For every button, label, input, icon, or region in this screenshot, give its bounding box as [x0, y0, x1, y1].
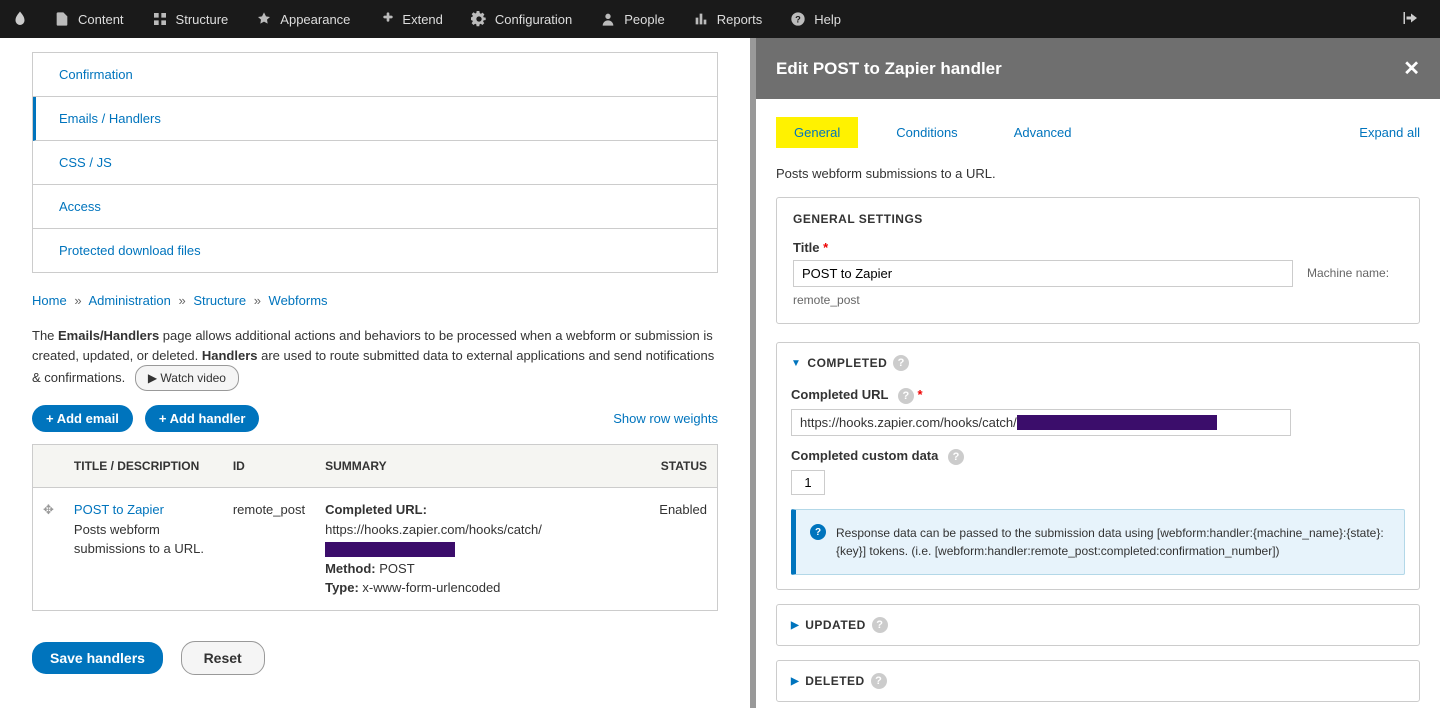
- title-input[interactable]: [793, 260, 1293, 287]
- watch-video-button[interactable]: ▶ Watch video: [135, 365, 239, 391]
- add-email-button[interactable]: + Add email: [32, 405, 133, 432]
- handlers-table: TITLE / DESCRIPTION ID SUMMARY STATUS ✥ …: [32, 444, 718, 611]
- toolbar-help[interactable]: ? Help: [776, 0, 855, 38]
- completed-section: ▼ COMPLETED ? Completed URL ? * https://…: [776, 342, 1420, 590]
- updated-section: ▶ UPDATED ?: [776, 604, 1420, 646]
- redacted-url-field: [1017, 415, 1217, 430]
- general-settings-fieldset: GENERAL SETTINGS Title * Machine name: r…: [776, 197, 1420, 324]
- breadcrumb-admin[interactable]: Administration: [88, 293, 170, 308]
- breadcrumb: Home » Administration » Structure » Webf…: [0, 293, 750, 326]
- col-status: STATUS: [649, 445, 717, 488]
- completed-custom-input[interactable]: [791, 470, 825, 495]
- expand-all-link[interactable]: Expand all: [1359, 125, 1420, 140]
- close-icon[interactable]: ✕: [1403, 56, 1420, 81]
- info-icon: ?: [810, 524, 826, 540]
- admin-toolbar: Content Structure Appearance Extend Conf…: [0, 0, 1440, 38]
- tab-access[interactable]: Access: [33, 185, 717, 229]
- help-icon[interactable]: ?: [948, 449, 964, 465]
- tab-confirmation[interactable]: Confirmation: [33, 53, 717, 97]
- col-title: TITLE / DESCRIPTION: [64, 445, 223, 488]
- toolbar-collapse-icon[interactable]: [1392, 10, 1430, 29]
- updated-toggle[interactable]: ▶ UPDATED ?: [777, 605, 1419, 645]
- handler-status: Enabled: [649, 488, 717, 611]
- help-icon[interactable]: ?: [872, 617, 888, 633]
- help-icon[interactable]: ?: [898, 388, 914, 404]
- show-row-weights-link[interactable]: Show row weights: [613, 411, 718, 426]
- help-icon[interactable]: ?: [871, 673, 887, 689]
- completed-url-input[interactable]: https://hooks.zapier.com/hooks/catch/: [791, 409, 1291, 436]
- breadcrumb-webforms[interactable]: Webforms: [269, 293, 328, 308]
- deleted-toggle[interactable]: ▶ DELETED ?: [777, 661, 1419, 701]
- svg-text:?: ?: [795, 14, 801, 24]
- table-row: ✥ POST to Zapier Posts webform submissio…: [33, 488, 718, 611]
- main-content: Confirmation Emails / Handlers CSS / JS …: [0, 38, 750, 708]
- drag-handle-icon[interactable]: ✥: [43, 502, 54, 517]
- title-label: Title *: [793, 240, 1403, 255]
- machine-name-label: Machine name:: [1307, 266, 1389, 280]
- panel-title: Edit POST to Zapier handler: [776, 59, 1002, 79]
- toolbar-configuration[interactable]: Configuration: [457, 0, 586, 38]
- redacted-url: [325, 542, 455, 557]
- breadcrumb-structure[interactable]: Structure: [193, 293, 246, 308]
- machine-name-value: remote_post: [793, 293, 1403, 307]
- panel-tab-general[interactable]: General: [776, 117, 858, 148]
- panel-tab-conditions[interactable]: Conditions: [878, 117, 975, 148]
- toolbar-extend[interactable]: Extend: [364, 0, 456, 38]
- edit-handler-panel: Edit POST to Zapier handler ✕ General Co…: [750, 38, 1440, 708]
- handler-title-link[interactable]: POST to Zapier: [74, 502, 164, 517]
- general-settings-legend: GENERAL SETTINGS: [777, 198, 1419, 240]
- drupal-icon[interactable]: [10, 9, 30, 29]
- col-id: ID: [223, 445, 315, 488]
- caret-down-icon: ▼: [791, 358, 801, 369]
- info-message: ? Response data can be passed to the sub…: [791, 509, 1405, 575]
- col-summary: SUMMARY: [315, 445, 649, 488]
- toolbar-reports[interactable]: Reports: [679, 0, 777, 38]
- completed-toggle[interactable]: ▼ COMPLETED ?: [777, 343, 1419, 383]
- toolbar-structure[interactable]: Structure: [138, 0, 243, 38]
- handler-summary: Completed URL: https://hooks.zapier.com/…: [315, 488, 649, 611]
- toolbar-content[interactable]: Content: [40, 0, 138, 38]
- caret-right-icon: ▶: [791, 620, 799, 631]
- save-handlers-button[interactable]: Save handlers: [32, 642, 163, 674]
- deleted-section: ▶ DELETED ?: [776, 660, 1420, 702]
- panel-tab-advanced[interactable]: Advanced: [996, 117, 1090, 148]
- tab-protected-files[interactable]: Protected download files: [33, 229, 717, 272]
- handler-description-text: Posts webform submissions to a URL.: [776, 166, 1420, 181]
- completed-custom-label: Completed custom data ?: [791, 448, 1405, 465]
- tab-emails-handlers[interactable]: Emails / Handlers: [33, 97, 717, 141]
- toolbar-people[interactable]: People: [586, 0, 678, 38]
- handler-id: remote_post: [223, 488, 315, 611]
- webform-settings-tabs: Confirmation Emails / Handlers CSS / JS …: [32, 52, 718, 273]
- add-handler-button[interactable]: + Add handler: [145, 405, 260, 432]
- reset-button[interactable]: Reset: [181, 641, 265, 675]
- breadcrumb-home[interactable]: Home: [32, 293, 67, 308]
- help-icon[interactable]: ?: [893, 355, 909, 371]
- tab-css-js[interactable]: CSS / JS: [33, 141, 717, 185]
- handler-description: Posts webform submissions to a URL.: [74, 520, 213, 559]
- completed-url-label: Completed URL ? *: [791, 387, 1405, 404]
- intro-text: The Emails/Handlers page allows addition…: [0, 326, 750, 405]
- toolbar-appearance[interactable]: Appearance: [242, 0, 364, 38]
- caret-right-icon: ▶: [791, 676, 799, 687]
